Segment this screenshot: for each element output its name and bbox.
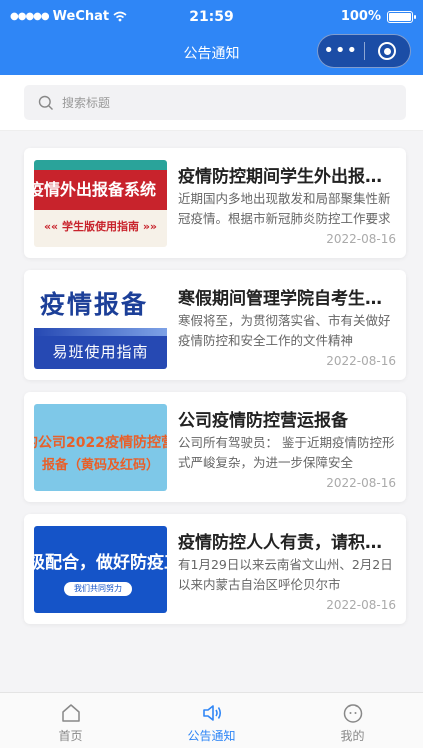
thumbnail-caption: 极配合，做好防疫工 bbox=[34, 553, 167, 573]
article-summary: 近期国内多地出现散发和局部聚集性新冠疫情。根据市新冠肺炎防控工作要求 bbox=[178, 191, 391, 226]
article-thumbnail: 疫情外出报备系统 «« 学生版使用指南 »» bbox=[34, 160, 167, 247]
tab-label: 公告通知 bbox=[187, 729, 236, 743]
thumbnail-subcaption: 我们共同努力 bbox=[64, 582, 132, 596]
status-right: 100% bbox=[340, 9, 416, 24]
status-bar: ●●●●● WeChat 21:59 100% bbox=[0, 0, 423, 34]
search-box[interactable] bbox=[24, 85, 406, 120]
article-title: 公司疫情防控营运报备 bbox=[178, 411, 348, 431]
search-input[interactable] bbox=[62, 95, 362, 110]
article-card[interactable]: 的公司2022疫情防控营 报备（黄码及红码） 公司疫情防控营运报备 公司所有驾驶… bbox=[24, 392, 406, 502]
top-bar: ●●●●● WeChat 21:59 100% 公告通知 ••• bbox=[0, 0, 423, 75]
article-thumbnail: 极配合，做好防疫工 我们共同努力 bbox=[34, 526, 167, 613]
tab-announcements[interactable]: 公告通知 bbox=[141, 693, 282, 748]
article-summary: 公司所有驾驶员： 鉴于近期疫情防控形式严峻复杂，为进一步保障安全 bbox=[178, 435, 395, 470]
article-date: 2022-08-16 bbox=[326, 354, 396, 368]
battery-icon bbox=[387, 10, 416, 23]
search-section bbox=[0, 75, 423, 131]
article-thumbnail: 疫情报备 易班使用指南 bbox=[34, 282, 167, 369]
article-date: 2022-08-16 bbox=[326, 476, 396, 490]
article-summary: 寒假将至，为贯彻落实省、市有关做好疫情防控和安全工作的文件精神 bbox=[178, 313, 391, 348]
target-icon bbox=[378, 42, 397, 60]
speaker-icon bbox=[202, 705, 221, 721]
article-title: 疫情防控期间学生外出报备系统使用指南 bbox=[178, 167, 396, 187]
article-summary: 有1月29日以来云南省文山州、2月2日以来内蒙古自治区呼伦贝尔市 bbox=[178, 557, 393, 592]
bottom-tab-bar: 首页 公告通知 我的 bbox=[0, 692, 423, 748]
article-card[interactable]: 疫情外出报备系统 «« 学生版使用指南 »» 疫情防控期间学生外出报备系统使用指… bbox=[24, 148, 406, 258]
search-icon bbox=[38, 95, 53, 110]
tab-profile[interactable]: 我的 bbox=[282, 693, 423, 748]
more-menu-button[interactable]: ••• bbox=[318, 41, 364, 61]
thumbnail-subcaption: 报备（黄码及红码） bbox=[41, 458, 159, 473]
thumbnail-caption: 的公司2022疫情防控营 bbox=[34, 435, 167, 451]
article-card[interactable]: 极配合，做好防疫工 我们共同努力 疫情防控人人有责，请积极配合 有1月29日以来… bbox=[24, 514, 406, 624]
close-mini-program-button[interactable] bbox=[364, 42, 410, 60]
tab-label: 我的 bbox=[340, 729, 365, 743]
thumbnail-subcaption: «« 学生版使用指南 »» bbox=[43, 220, 158, 233]
battery-percent: 100% bbox=[340, 9, 381, 24]
home-icon bbox=[61, 704, 80, 722]
article-thumbnail: 的公司2022疫情防控营 报备（黄码及红码） bbox=[34, 404, 167, 491]
article-card[interactable]: 疫情报备 易班使用指南 寒假期间管理学院自考生疫情防控工作 寒假将至，为贯彻落实… bbox=[24, 270, 406, 380]
thumbnail-caption: 疫情外出报备系统 bbox=[34, 170, 167, 210]
article-title: 寒假期间管理学院自考生疫情防控工作 bbox=[178, 289, 396, 309]
article-date: 2022-08-16 bbox=[326, 598, 396, 612]
article-date: 2022-08-16 bbox=[326, 232, 396, 246]
profile-face-icon bbox=[343, 704, 362, 723]
tab-label: 首页 bbox=[58, 729, 83, 743]
mini-program-capsule: ••• bbox=[317, 34, 411, 68]
thumbnail-subcaption: 易班使用指南 bbox=[34, 336, 167, 369]
article-title: 疫情防控人人有责，请积极配合 bbox=[178, 533, 396, 553]
tab-home[interactable]: 首页 bbox=[0, 693, 141, 748]
